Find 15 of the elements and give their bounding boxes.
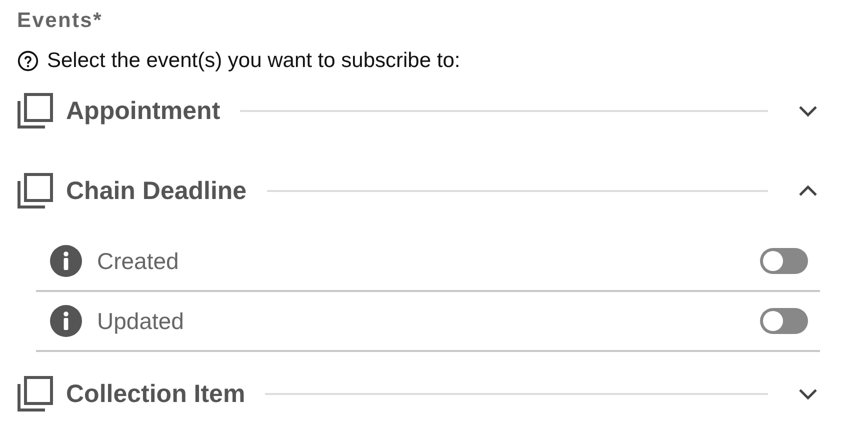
group-title: Chain Deadline (66, 176, 247, 206)
help-icon (17, 50, 39, 72)
event-label: Updated (97, 308, 185, 334)
info-icon (50, 245, 82, 277)
group-title: Appointment (66, 96, 220, 126)
info-icon (50, 305, 82, 337)
stacked-squares-icon (17, 93, 53, 129)
stacked-squares-icon (17, 173, 53, 209)
help-text: Select the event(s) you want to subscribe to: (47, 48, 460, 74)
event-label: Created (97, 248, 180, 274)
section-title: Events* (17, 8, 104, 34)
stacked-squares-icon (17, 376, 53, 412)
toggle-switch[interactable] (760, 248, 808, 274)
group-title: Collection Item (66, 380, 246, 408)
toggle-switch[interactable] (760, 308, 808, 334)
